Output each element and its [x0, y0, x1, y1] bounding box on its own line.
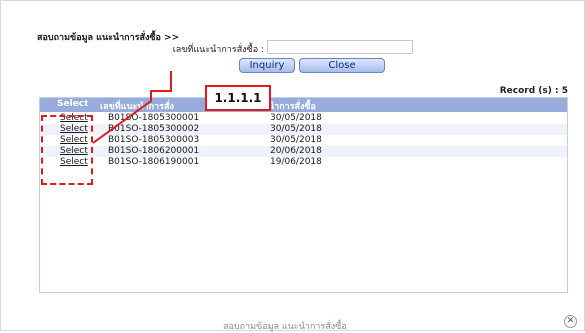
order-number: B01SO-1806200001 — [108, 146, 200, 156]
table-row: Select B01SO-1805300001 30/05/2018 — [40, 113, 567, 124]
record-count: Record (s) : 5 — [499, 86, 568, 96]
header-number: เลขที่แนะนำการสั่ง — [100, 102, 174, 112]
order-number: B01SO-1805300001 — [108, 113, 200, 123]
header-select: Select — [57, 99, 89, 109]
order-date: 30/05/2018 — [270, 135, 322, 145]
search-input[interactable] — [267, 40, 413, 54]
order-date: 19/06/2018 — [270, 157, 322, 167]
table-row: Select B01SO-1805300003 30/05/2018 — [40, 135, 567, 146]
order-date: 30/05/2018 — [270, 124, 322, 134]
table-row: Select B01SO-1806190001 19/06/2018 — [40, 157, 567, 168]
order-number: B01SO-1805300003 — [108, 135, 200, 145]
order-date: 30/05/2018 — [270, 113, 322, 123]
table-row: Select B01SO-1805300002 30/05/2018 — [40, 124, 567, 135]
dialog-window: สอบถามข้อมูล แนะนำการสั่งซื้อ >> เลขที่แ… — [0, 0, 585, 332]
select-column-highlight — [41, 115, 93, 185]
close-icon[interactable]: ✕ — [564, 315, 577, 328]
results-table: Select เลขที่แนะนำการสั่ง นำการสั่งซื้อ … — [39, 97, 568, 293]
close-button[interactable]: Close — [299, 58, 385, 73]
order-number: B01SO-1806190001 — [108, 157, 200, 167]
table-row: Select B01SO-1806200001 20/06/2018 — [40, 146, 567, 157]
table-header: Select เลขที่แนะนำการสั่ง นำการสั่งซื้อ — [40, 98, 567, 112]
inquiry-button[interactable]: Inquiry — [239, 58, 295, 73]
order-number: B01SO-1805300002 — [108, 124, 200, 134]
order-date: 20/06/2018 — [270, 146, 322, 156]
search-label: เลขที่แนะนำการสั่งซื้อ : — [172, 45, 264, 55]
callout-label: 1.1.1.1 — [205, 85, 271, 111]
header-date: นำการสั่งซื้อ — [268, 102, 316, 112]
